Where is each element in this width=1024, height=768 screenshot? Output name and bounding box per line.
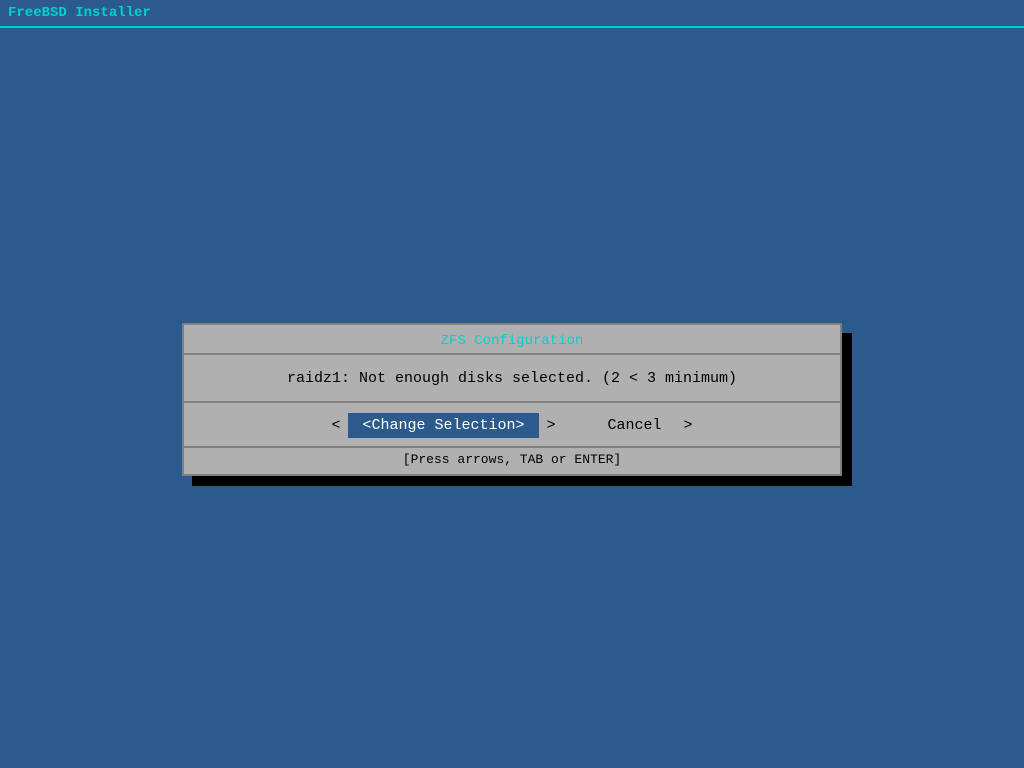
dialog-hint: [Press arrows, TAB or ENTER] — [184, 446, 840, 474]
top-bar: FreeBSD Installer — [0, 0, 1024, 28]
right-arrow-button[interactable]: > — [539, 415, 564, 436]
dialog-message: raidz1: Not enough disks selected. (2 < … — [287, 370, 737, 387]
dialog-content: raidz1: Not enough disks selected. (2 < … — [184, 355, 840, 403]
change-selection-button[interactable]: <Change Selection> — [348, 413, 538, 438]
dialog-title: ZFS Configuration — [441, 333, 584, 349]
dialog-buttons: < <Change Selection> > Cancel > — [184, 403, 840, 446]
main-area: ZFS Configuration raidz1: Not enough dis… — [0, 30, 1024, 768]
dialog-titlebar: ZFS Configuration — [184, 325, 840, 355]
cancel-button[interactable]: Cancel — [594, 413, 676, 438]
left-arrow-button[interactable]: < — [323, 415, 348, 436]
dialog-box: ZFS Configuration raidz1: Not enough dis… — [182, 323, 842, 476]
app-title: FreeBSD Installer — [8, 5, 151, 21]
cancel-right-arrow[interactable]: > — [676, 415, 701, 436]
dialog-container: ZFS Configuration raidz1: Not enough dis… — [182, 323, 842, 476]
dialog-hint-text: [Press arrows, TAB or ENTER] — [403, 452, 621, 467]
